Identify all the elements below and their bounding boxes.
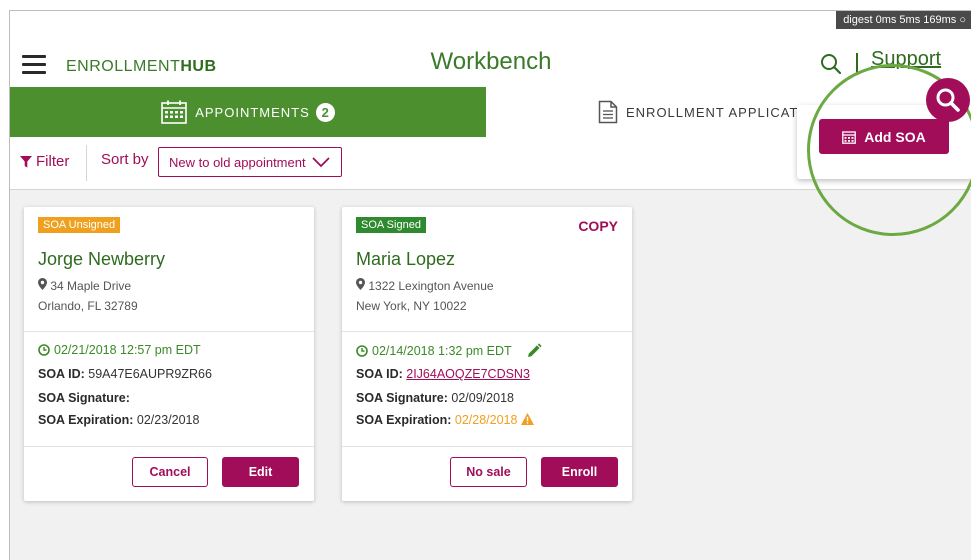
warning-icon bbox=[520, 413, 534, 425]
filter-label: Filter bbox=[36, 153, 70, 170]
appointment-time: 02/21/2018 12:57 pm EDT bbox=[38, 343, 201, 357]
tab-appointments[interactable]: APPOINTMENTS 2 bbox=[10, 87, 486, 137]
clock-icon bbox=[38, 344, 50, 356]
soa-id-label: SOA ID: bbox=[356, 367, 403, 381]
soa-signature-label: SOA Signature: bbox=[38, 391, 130, 405]
address-line1-text: 34 Maple Drive bbox=[50, 279, 132, 293]
appointment-time-text: 02/14/2018 1:32 pm EDT bbox=[372, 344, 512, 358]
appointments-count-badge: 2 bbox=[315, 102, 335, 122]
appointment-card: SOA Unsigned Jorge Newberry 34 Maple Dri… bbox=[24, 207, 314, 501]
soa-signature-row: SOA Signature: bbox=[38, 391, 130, 405]
pencil-icon[interactable] bbox=[526, 343, 542, 359]
address-line2: Orlando, FL 32789 bbox=[38, 299, 138, 313]
magnifier-icon bbox=[926, 78, 970, 122]
filter-divider bbox=[86, 145, 87, 181]
soa-expiration-value: 02/23/2018 bbox=[136, 413, 200, 427]
soa-id-row: SOA ID: 2IJ64AOQZE7CDSN3 bbox=[356, 367, 530, 381]
address-line1: 1322 Lexington Avenue bbox=[356, 278, 494, 293]
customer-name: Maria Lopez bbox=[356, 249, 456, 269]
soa-expiration-label: SOA Expiration: bbox=[38, 413, 134, 427]
calendar-icon bbox=[842, 130, 857, 144]
soa-signature-row: SOA Signature: 02/09/2018 bbox=[356, 391, 514, 405]
sort-select[interactable]: New to old appointment bbox=[158, 147, 342, 177]
enroll-button[interactable]: Enroll bbox=[541, 457, 618, 487]
soa-expiration-row: SOA Expiration: 02/28/2018 bbox=[356, 413, 534, 427]
copy-button[interactable]: COPY bbox=[578, 218, 618, 234]
map-pin-icon bbox=[356, 278, 365, 290]
edit-button[interactable]: Edit bbox=[222, 457, 299, 487]
support-link[interactable]: Support bbox=[871, 48, 941, 71]
no-sale-button[interactable]: No sale bbox=[450, 457, 527, 487]
funnel-icon bbox=[20, 155, 32, 167]
header-divider bbox=[856, 53, 858, 75]
card-divider bbox=[24, 331, 314, 332]
soa-id-link[interactable]: 2IJ64AOQZE7CDSN3 bbox=[406, 367, 530, 381]
soa-signature-value: 02/09/2018 bbox=[451, 391, 514, 405]
customer-name: Jorge Newberry bbox=[38, 249, 166, 269]
add-soa-label: Add SOA bbox=[864, 128, 926, 145]
status-badge: SOA Unsigned bbox=[38, 217, 121, 233]
calendar-icon bbox=[161, 100, 188, 124]
soa-expiration-value: 02/28/2018 bbox=[454, 413, 518, 427]
map-pin-icon bbox=[38, 278, 47, 290]
clock-icon bbox=[356, 345, 368, 357]
card-divider bbox=[342, 331, 632, 332]
soa-signature-label: SOA Signature: bbox=[356, 391, 448, 405]
soa-id-label: SOA ID: bbox=[38, 367, 85, 381]
card-divider bbox=[342, 446, 632, 447]
address-line2: New York, NY 10022 bbox=[356, 299, 467, 313]
soa-expiration-row: SOA Expiration: 02/23/2018 bbox=[38, 413, 199, 427]
document-icon bbox=[598, 100, 618, 124]
add-soa-button[interactable]: Add SOA bbox=[819, 119, 949, 154]
chevron-down-icon bbox=[311, 156, 330, 167]
search-icon[interactable] bbox=[820, 53, 842, 75]
card-divider bbox=[24, 446, 314, 447]
status-badge: SOA Signed bbox=[356, 217, 426, 233]
app-frame: ENROLLMENTHUB Workbench Support digest 0… bbox=[9, 10, 971, 560]
debug-digest: digest 0ms 5ms 169ms ○ bbox=[836, 11, 971, 29]
filter-button[interactable]: Filter bbox=[20, 153, 69, 170]
cancel-button[interactable]: Cancel bbox=[132, 457, 208, 487]
sort-by-label: Sort by bbox=[101, 151, 149, 168]
appointment-time: 02/14/2018 1:32 pm EDT bbox=[356, 343, 542, 359]
soa-id-row: SOA ID: 59A47E6AUPR9ZR66 bbox=[38, 367, 212, 381]
sort-select-value: New to old appointment bbox=[169, 154, 306, 170]
address-line1-text: 1322 Lexington Avenue bbox=[368, 279, 494, 293]
tab-enrollment-label: ENROLLMENT APPLICATION bbox=[626, 104, 825, 120]
appointment-time-text: 02/21/2018 12:57 pm EDT bbox=[54, 343, 201, 357]
app-header: ENROLLMENTHUB Workbench Support bbox=[10, 11, 971, 87]
address-line1: 34 Maple Drive bbox=[38, 278, 131, 293]
soa-id-value: 59A47E6AUPR9ZR66 bbox=[88, 367, 212, 381]
soa-expiration-label: SOA Expiration: bbox=[356, 413, 452, 427]
appointment-card: SOA Signed COPY Maria Lopez 1322 Lexingt… bbox=[342, 207, 632, 501]
tab-appointments-label: APPOINTMENTS bbox=[195, 104, 310, 120]
